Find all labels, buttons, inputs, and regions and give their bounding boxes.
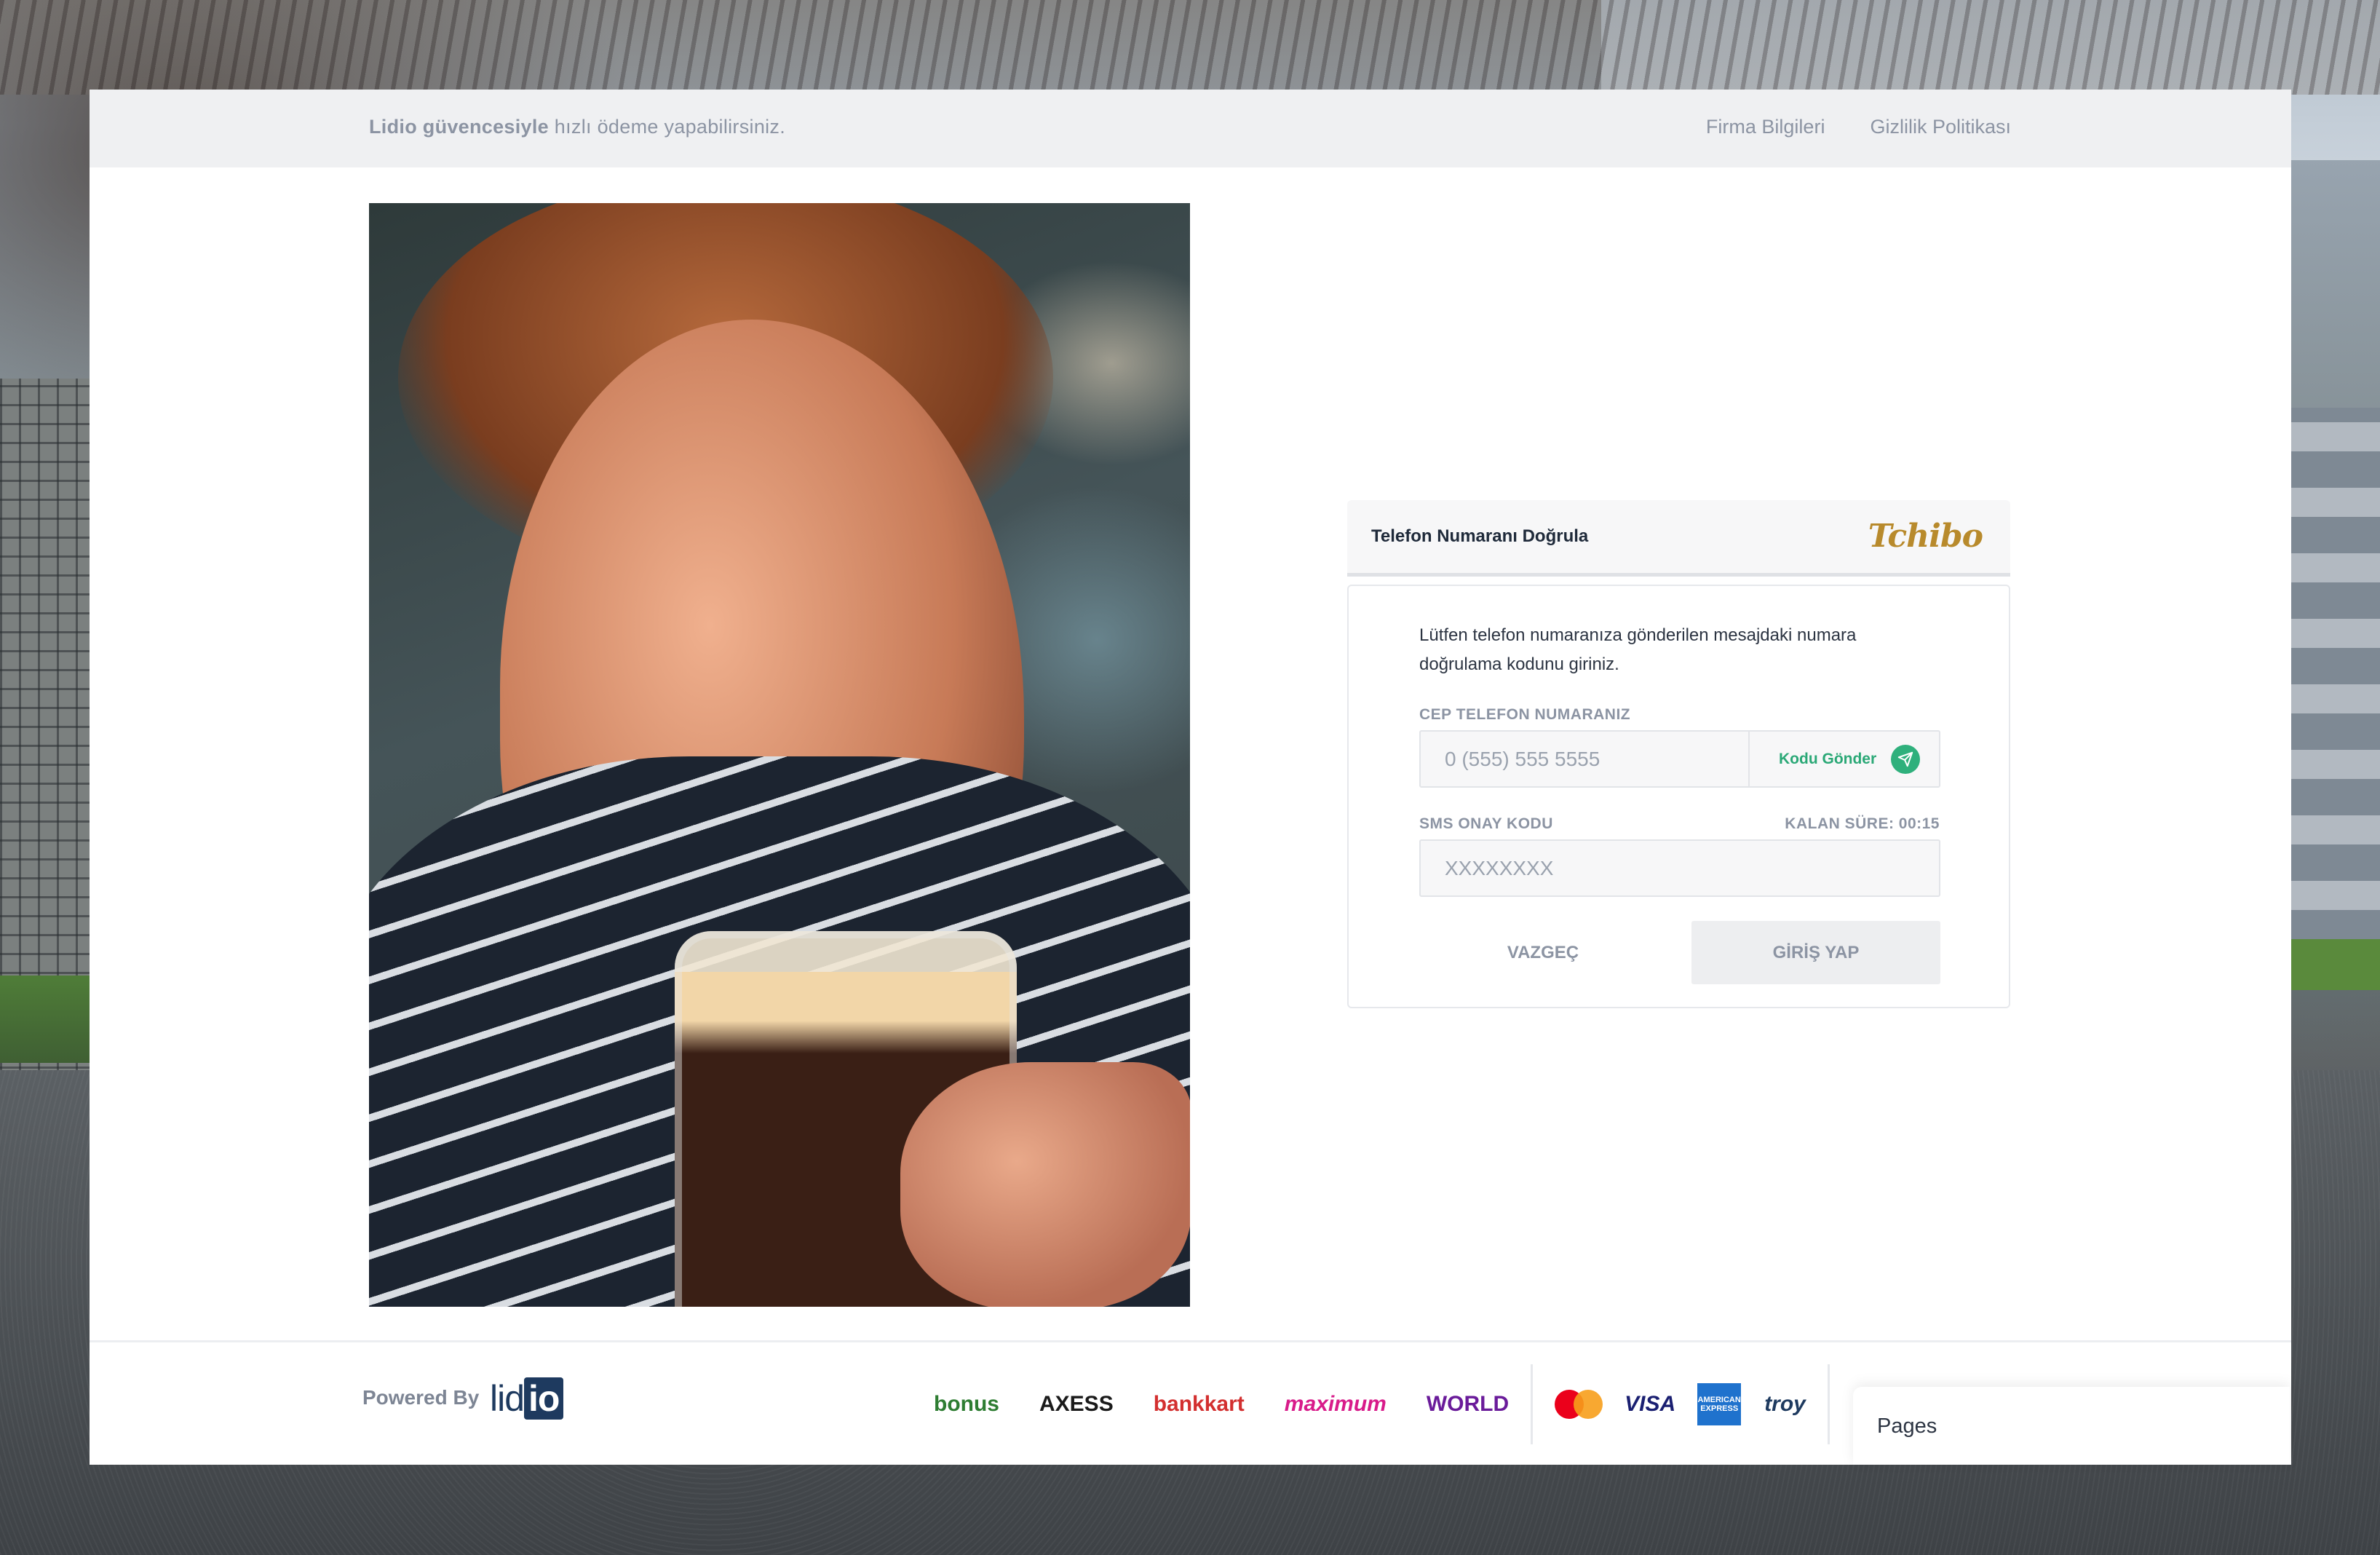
pages-popup[interactable]: Pages <box>1853 1387 2290 1465</box>
sms-field <box>1419 839 1940 897</box>
bonus-logo: bonus <box>934 1392 999 1416</box>
verify-description: Lütfen telefon numaranıza gönderilen mes… <box>1419 625 1857 674</box>
send-code-button[interactable]: Kodu Gönder <box>1748 732 1939 786</box>
login-button[interactable]: GİRİŞ YAP <box>1691 921 1940 984</box>
payment-page: Lidio güvencesiyle hızlı ödeme yapabilir… <box>90 90 2291 1465</box>
tagline-text: hızlı ödeme yapabilirsiniz. <box>554 116 786 138</box>
lidio-logo-right: io <box>524 1377 564 1420</box>
mastercard-icon <box>1555 1390 1603 1419</box>
verify-panel: Lütfen telefon numaranıza gönderilen mes… <box>1347 585 2010 1008</box>
send-code-label: Kodu Gönder <box>1779 751 1877 767</box>
top-bar: Lidio güvencesiyle hızlı ödeme yapabilir… <box>90 90 2291 167</box>
pages-popup-label: Pages <box>1877 1414 1937 1438</box>
lidio-logo[interactable]: lid io <box>490 1377 564 1420</box>
verify-title: Telefon Numaranı Doğrula <box>1371 526 1589 546</box>
nav-privacy-policy[interactable]: Gizlilik Politikası <box>1870 116 2011 138</box>
remaining-time: KALAN SÜRE: 00:15 <box>1785 815 1940 832</box>
sms-label: SMS ONAY KODU <box>1419 815 1553 832</box>
powered-by-label: Powered By <box>362 1386 480 1409</box>
background-trees <box>0 0 2380 95</box>
background-grass-right <box>2289 939 2380 990</box>
troy-logo: troy <box>1764 1392 1806 1416</box>
nav-company-info[interactable]: Firma Bilgileri <box>1706 116 1825 138</box>
top-nav: Firma Bilgileri Gizlilik Politikası <box>1706 116 2011 138</box>
merchant-logo: Tchibo <box>1868 518 1983 555</box>
phone-field: Kodu Gönder <box>1419 730 1940 788</box>
phone-label: CEP TELEFON NUMARANIZ <box>1419 706 1631 723</box>
payment-logos: bonus AXESS bankkart maximum WORLD VISA … <box>934 1364 1889 1444</box>
send-icon <box>1891 745 1920 774</box>
bankkart-logo: bankkart <box>1153 1392 1245 1416</box>
hero-hand <box>900 1062 1190 1307</box>
hero-image <box>369 203 1190 1307</box>
background-building <box>2289 408 2380 976</box>
tagline: Lidio güvencesiyle hızlı ödeme yapabilir… <box>369 116 785 138</box>
axess-logo: AXESS <box>1039 1392 1114 1416</box>
cancel-button[interactable]: VAZGEÇ <box>1419 921 1667 984</box>
sms-code-input[interactable] <box>1421 841 1939 895</box>
visa-logo: VISA <box>1625 1392 1676 1416</box>
maximum-logo: maximum <box>1284 1392 1387 1416</box>
verify-header: Telefon Numaranı Doğrula Tchibo <box>1347 500 2010 577</box>
lidio-logo-left: lid <box>490 1378 525 1419</box>
logo-divider-2 <box>1827 1364 1830 1444</box>
background-grass <box>0 976 91 1063</box>
amex-logo: AMERICAN EXPRESS <box>1697 1383 1742 1425</box>
world-logo: WORLD <box>1426 1392 1510 1416</box>
tagline-brand: Lidio güvencesiyle <box>369 116 549 138</box>
logo-divider <box>1531 1364 1534 1444</box>
